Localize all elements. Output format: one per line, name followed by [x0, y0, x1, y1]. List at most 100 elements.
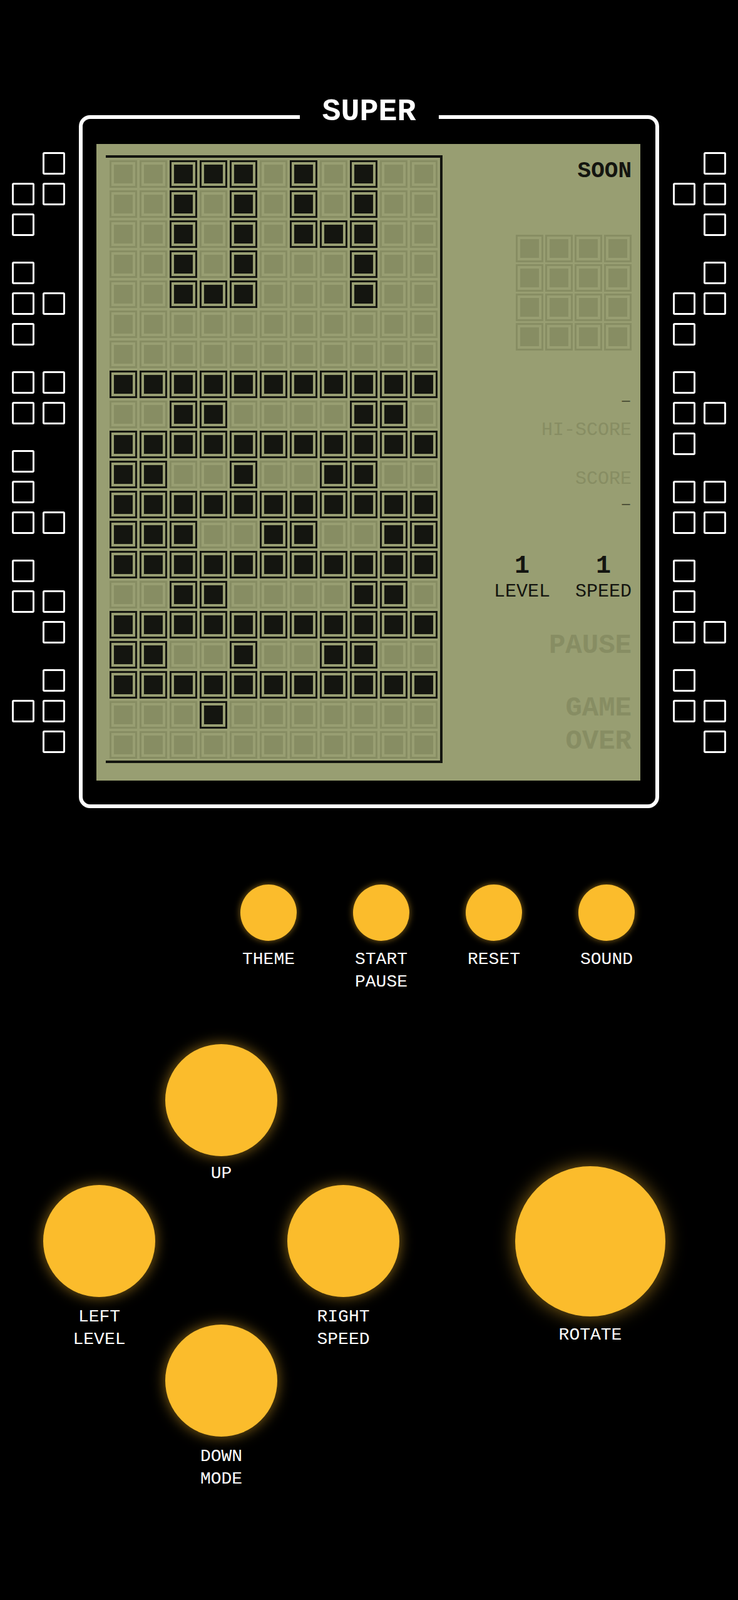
decor-square — [11, 322, 35, 346]
board-row — [109, 550, 438, 579]
empty-cell — [259, 340, 288, 369]
decor-square — [42, 730, 66, 754]
stat-label: LEVEL — [493, 580, 551, 603]
decor-square — [11, 480, 35, 504]
game-board — [105, 155, 443, 764]
empty-cell — [199, 340, 228, 369]
function-button[interactable] — [353, 884, 410, 941]
down-button[interactable] — [165, 1324, 278, 1437]
function-button[interactable] — [578, 884, 635, 941]
right-column: RIGHTSPEED — [282, 1184, 405, 1351]
filled-cell — [349, 190, 378, 218]
empty-cell — [259, 701, 288, 729]
up-button[interactable] — [165, 1044, 278, 1157]
filled-cell — [169, 490, 198, 519]
score-value: – — [620, 493, 632, 516]
decor-square — [672, 699, 696, 723]
board-row — [109, 430, 438, 459]
board-row — [109, 190, 438, 218]
empty-cell — [574, 322, 603, 351]
lcd-screen: SOON–HI-SCORESCORE–1LEVEL1SPEEDPAUSEGAME… — [96, 143, 641, 781]
right-decor — [672, 152, 727, 754]
filled-cell — [259, 370, 288, 399]
function-button[interactable] — [240, 884, 297, 941]
empty-cell — [379, 640, 408, 669]
empty-cell — [289, 640, 318, 669]
empty-cell — [410, 460, 438, 489]
empty-cell — [259, 460, 288, 489]
board-row — [109, 310, 438, 339]
filled-cell — [169, 160, 198, 188]
decor-square — [703, 511, 727, 534]
filled-cell — [319, 490, 348, 519]
board-row — [109, 580, 438, 609]
screen-frame: SUPERSOON–HI-SCORESCORE–1LEVEL1SPEEDPAUS… — [78, 115, 660, 809]
board-row — [109, 520, 438, 549]
left-button[interactable] — [43, 1184, 156, 1297]
empty-cell — [199, 460, 228, 489]
empty-cell — [515, 234, 544, 263]
right-button[interactable] — [287, 1184, 400, 1297]
filled-cell — [319, 610, 348, 639]
stat-value: 1 — [595, 552, 611, 581]
filled-cell — [349, 400, 378, 429]
empty-cell — [109, 220, 138, 248]
empty-cell — [199, 520, 228, 549]
filled-cell — [379, 580, 408, 609]
board-row — [109, 340, 438, 369]
preview-row — [515, 322, 632, 351]
empty-cell — [259, 731, 288, 759]
button-label: LEFTLEVEL — [72, 1305, 126, 1351]
empty-cell — [515, 293, 544, 322]
board-row — [109, 220, 438, 248]
filled-cell — [379, 400, 408, 429]
empty-cell — [259, 640, 288, 669]
button-label: THEME — [242, 948, 295, 971]
filled-cell — [109, 370, 138, 399]
empty-cell — [139, 220, 168, 248]
decor-block — [11, 152, 66, 236]
filled-cell — [169, 671, 198, 699]
empty-cell — [139, 250, 168, 278]
empty-cell — [410, 220, 438, 248]
filled-cell — [349, 370, 378, 399]
empty-cell — [545, 234, 573, 263]
empty-cell — [169, 731, 198, 759]
stat: 1SPEED — [575, 552, 632, 603]
empty-cell — [259, 190, 288, 218]
filled-cell — [169, 580, 198, 609]
filled-cell — [259, 671, 288, 699]
filled-cell — [289, 671, 318, 699]
empty-cell — [289, 340, 318, 369]
score-label: SCORE — [575, 468, 632, 490]
empty-cell — [349, 340, 378, 369]
empty-cell — [289, 400, 318, 429]
board-row — [109, 280, 438, 308]
filled-cell — [169, 190, 198, 218]
empty-cell — [319, 701, 348, 729]
filled-cell — [379, 490, 408, 519]
function-button[interactable] — [465, 884, 523, 941]
filled-cell — [259, 490, 288, 519]
empty-cell — [139, 160, 168, 188]
empty-cell — [319, 190, 348, 218]
empty-cell — [109, 400, 138, 429]
rotate-button[interactable] — [515, 1166, 666, 1317]
stat: 1LEVEL — [493, 552, 551, 603]
filled-cell — [169, 250, 198, 278]
empty-cell — [169, 640, 198, 669]
down-control: DOWNMODE — [160, 1324, 283, 1491]
empty-cell — [410, 340, 438, 369]
empty-cell — [289, 580, 318, 609]
filled-cell — [229, 640, 258, 669]
filled-cell — [229, 671, 258, 699]
filled-cell — [109, 640, 138, 669]
decor-block — [11, 450, 66, 534]
button-label: SOUND — [580, 948, 633, 971]
filled-cell — [349, 250, 378, 278]
empty-cell — [515, 264, 544, 292]
filled-cell — [289, 490, 318, 519]
empty-cell — [319, 310, 348, 339]
filled-cell — [229, 250, 258, 278]
empty-cell — [229, 310, 258, 339]
